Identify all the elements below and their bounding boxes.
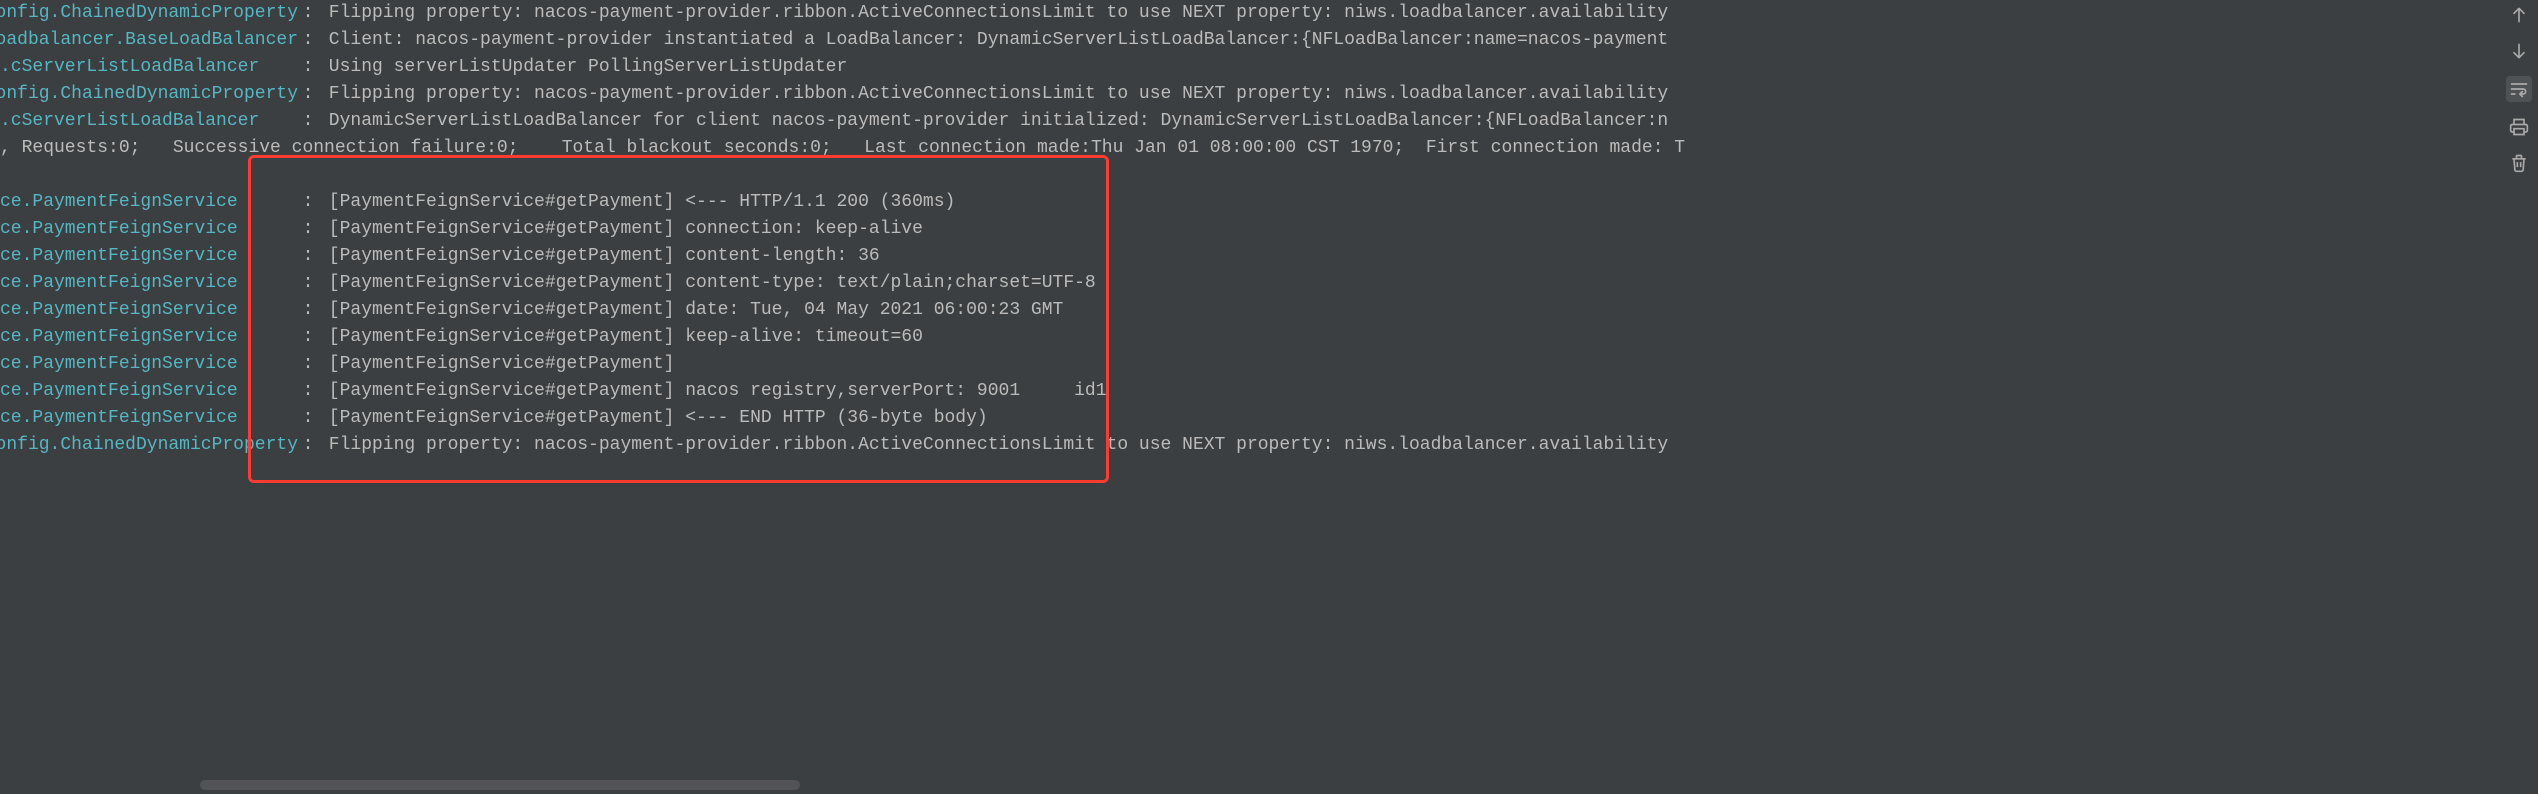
log-line[interactable]: .cServerListLoadBalancer: Using serverLi… <box>0 54 2500 81</box>
log-message: [PaymentFeignService#getPayment] <box>318 351 2500 378</box>
log-area[interactable]: onfig.ChainedDynamicProperty: Flipping p… <box>0 0 2500 459</box>
log-line[interactable]: ce.PaymentFeignService: [PaymentFeignSer… <box>0 405 2500 432</box>
separator: : <box>298 27 318 54</box>
log-message: [PaymentFeignService#getPayment] <--- EN… <box>318 405 2500 432</box>
log-line[interactable]: .cServerListLoadBalancer: DynamicServerL… <box>0 108 2500 135</box>
horizontal-scrollbar-thumb[interactable] <box>200 780 800 790</box>
separator: : <box>298 351 318 378</box>
separator: : <box>298 270 318 297</box>
separator: : <box>298 432 318 459</box>
separator: : <box>298 0 318 27</box>
scroll-up-icon[interactable] <box>2508 4 2530 26</box>
log-line[interactable]: ce.PaymentFeignService: [PaymentFeignSer… <box>0 189 2500 216</box>
scroll-down-icon[interactable] <box>2508 40 2530 62</box>
log-message: [PaymentFeignService#getPayment] content… <box>318 243 2500 270</box>
logger-name: ce.PaymentFeignService <box>0 297 298 324</box>
logger-name: .cServerListLoadBalancer <box>0 108 298 135</box>
log-line[interactable]: ce.PaymentFeignService: [PaymentFeignSer… <box>0 216 2500 243</box>
log-line[interactable]: oadbalancer.BaseLoadBalancer: Client: na… <box>0 27 2500 54</box>
logger-name: onfig.ChainedDynamicProperty <box>0 432 298 459</box>
separator: : <box>298 108 318 135</box>
separator: : <box>298 324 318 351</box>
separator: : <box>298 297 318 324</box>
logger-name: onfig.ChainedDynamicProperty <box>0 81 298 108</box>
logger-name: ce.PaymentFeignService <box>0 270 298 297</box>
log-message: [PaymentFeignService#getPayment] date: T… <box>318 297 2500 324</box>
log-message: Client: nacos-payment-provider instantia… <box>318 27 2500 54</box>
log-line[interactable]: ce.PaymentFeignService: [PaymentFeignSer… <box>0 270 2500 297</box>
log-line[interactable]: ce.PaymentFeignService: [PaymentFeignSer… <box>0 378 2500 405</box>
log-message: Flipping property: nacos-payment-provide… <box>318 432 2500 459</box>
log-line[interactable]: ce.PaymentFeignService: [PaymentFeignSer… <box>0 243 2500 270</box>
logger-name: ce.PaymentFeignService <box>0 324 298 351</box>
separator: : <box>298 216 318 243</box>
logger-name: ce.PaymentFeignService <box>0 243 298 270</box>
log-message: DynamicServerListLoadBalancer for client… <box>318 108 2500 135</box>
log-line[interactable] <box>0 162 2500 189</box>
print-icon[interactable] <box>2508 116 2530 138</box>
log-message: [PaymentFeignService#getPayment] <--- HT… <box>318 189 2500 216</box>
separator: : <box>298 81 318 108</box>
log-line[interactable]: onfig.ChainedDynamicProperty: Flipping p… <box>0 81 2500 108</box>
separator: : <box>298 378 318 405</box>
log-message: Using serverListUpdater PollingServerLis… <box>318 54 2500 81</box>
separator: : <box>298 243 318 270</box>
console-toolbar <box>2500 0 2538 794</box>
log-line[interactable]: onfig.ChainedDynamicProperty: Flipping p… <box>0 432 2500 459</box>
console-output[interactable]: onfig.ChainedDynamicProperty: Flipping p… <box>0 0 2500 790</box>
logger-name: ce.PaymentFeignService <box>0 378 298 405</box>
logger-name: oadbalancer.BaseLoadBalancer <box>0 27 298 54</box>
logger-name: .cServerListLoadBalancer <box>0 54 298 81</box>
log-message: [PaymentFeignService#getPayment] connect… <box>318 216 2500 243</box>
separator: : <box>298 54 318 81</box>
log-message: Flipping property: nacos-payment-provide… <box>318 81 2500 108</box>
log-line[interactable]: ce.PaymentFeignService: [PaymentFeignSer… <box>0 351 2500 378</box>
logger-name: ce.PaymentFeignService <box>0 351 298 378</box>
log-line[interactable]: ce.PaymentFeignService: [PaymentFeignSer… <box>0 324 2500 351</box>
log-line[interactable]: ce.PaymentFeignService: [PaymentFeignSer… <box>0 297 2500 324</box>
logger-name: ce.PaymentFeignService <box>0 216 298 243</box>
log-message: [PaymentFeignService#getPayment] keep-al… <box>318 324 2500 351</box>
separator: : <box>298 189 318 216</box>
logger-name: ce.PaymentFeignService <box>0 189 298 216</box>
log-line[interactable]: , Requests:0; Successive connection fail… <box>0 135 2500 162</box>
logger-name: onfig.ChainedDynamicProperty <box>0 0 298 27</box>
log-message: Flipping property: nacos-payment-provide… <box>318 0 2500 27</box>
trash-icon[interactable] <box>2508 152 2530 174</box>
log-line[interactable]: onfig.ChainedDynamicProperty: Flipping p… <box>0 0 2500 27</box>
separator: : <box>298 405 318 432</box>
log-message: [PaymentFeignService#getPayment] content… <box>318 270 2500 297</box>
log-message: [PaymentFeignService#getPayment] nacos r… <box>318 378 2500 405</box>
logger-name: ce.PaymentFeignService <box>0 405 298 432</box>
soft-wrap-icon[interactable] <box>2506 76 2532 102</box>
